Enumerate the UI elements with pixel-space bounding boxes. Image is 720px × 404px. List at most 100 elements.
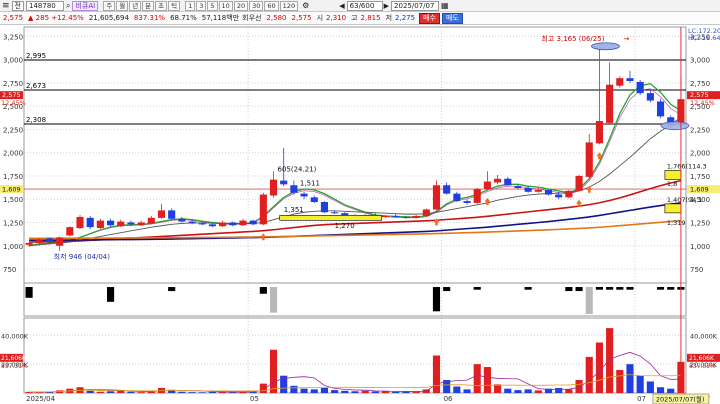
interval-button-60[interactable]: 60 bbox=[264, 0, 279, 11]
candle-body bbox=[117, 221, 125, 227]
price-tick-label-left: 2,250 bbox=[3, 126, 23, 134]
settings-icon[interactable]: ⚙ bbox=[302, 1, 309, 10]
search-icon[interactable]: ⌕ bbox=[66, 1, 70, 11]
period-minute-button[interactable]: 분 bbox=[142, 0, 155, 11]
current-marker-icon bbox=[660, 121, 690, 131]
volume-bar bbox=[463, 389, 471, 393]
period-buttons: 주 월 년 분 초 틱 bbox=[102, 0, 181, 11]
candle-body bbox=[107, 220, 115, 226]
sell-button[interactable]: 매도 bbox=[441, 12, 463, 24]
buy-button[interactable]: 매수 bbox=[419, 12, 440, 24]
interval-button-1[interactable]: 1 bbox=[185, 0, 196, 11]
current-volume-tag-text: 21,606K bbox=[689, 355, 715, 362]
candle-body bbox=[127, 222, 135, 225]
price-tick-label-left: 3,000 bbox=[3, 57, 23, 65]
candle-body bbox=[331, 212, 339, 214]
volume-bar bbox=[534, 390, 542, 393]
candle-body bbox=[646, 93, 654, 101]
hline-label: 2,673 bbox=[26, 82, 46, 90]
candle-body bbox=[483, 181, 491, 189]
current-volume-pct-text: 837.31% bbox=[689, 363, 716, 370]
volume-bar bbox=[290, 385, 298, 393]
candle-body bbox=[147, 217, 155, 224]
prev-close-tag-text: 1,609 bbox=[2, 186, 21, 194]
price-tick-label-right: 2,750 bbox=[690, 80, 710, 88]
oscillator-bars bbox=[25, 287, 685, 314]
oscillator-bar bbox=[606, 287, 614, 290]
candle-body bbox=[86, 217, 94, 228]
volume-bar bbox=[208, 391, 216, 393]
interval-button-5[interactable]: 5 bbox=[207, 0, 218, 11]
volume-bar bbox=[402, 391, 410, 393]
candle-body bbox=[45, 238, 54, 243]
price-tick-label-right: 3,000 bbox=[690, 57, 710, 65]
open-price: 2,310 bbox=[326, 14, 347, 22]
volume-bar bbox=[361, 390, 369, 393]
chart-toolbar: ≡ 전 148780 ⌕ 비큐AI 주 월 년 분 초 틱 1 3 5 10 2… bbox=[0, 0, 720, 12]
interval-button-3[interactable]: 3 bbox=[196, 0, 207, 11]
stock-chart[interactable]: 2,9952,6732,308 3,250 3,2503,000 3,0002,75… bbox=[0, 25, 720, 404]
quote-bar: 2,575 ▲ 285 +12.45% 21,605,694 837.31% 6… bbox=[0, 12, 720, 25]
interval-button-30[interactable]: 30 bbox=[249, 0, 264, 11]
annotation-label: 1,319 bbox=[667, 219, 686, 227]
ai-assistant-button[interactable]: 비큐AI bbox=[72, 0, 99, 11]
menu-icon[interactable]: ≡ bbox=[2, 1, 10, 11]
period-month-button[interactable]: 월 bbox=[116, 0, 129, 11]
period-tick-button[interactable]: 틱 bbox=[168, 0, 181, 11]
buy-signal-arrow-icon bbox=[586, 185, 593, 193]
volume-bar bbox=[667, 388, 675, 393]
volume-bar bbox=[555, 387, 563, 393]
current-volume-tag-text: 21,606K bbox=[1, 355, 27, 362]
price-change: ▲ 285 +12.45% bbox=[28, 14, 84, 22]
interval-buttons: 1 3 5 10 20 30 60 120 bbox=[184, 0, 299, 11]
oscillator-bar bbox=[565, 287, 573, 292]
cursor-date-label: 2025/07/07(월) bbox=[656, 395, 705, 404]
period-week-button[interactable]: 주 bbox=[103, 0, 116, 11]
volume-bar bbox=[432, 355, 441, 393]
candle-body bbox=[219, 222, 227, 227]
period-second-button[interactable]: 초 bbox=[155, 0, 168, 11]
candle-body bbox=[56, 237, 64, 246]
volume-bar bbox=[341, 390, 349, 393]
price-tick-label-right: 2,250 bbox=[690, 126, 710, 134]
candle-body bbox=[453, 193, 461, 202]
volume-bar bbox=[331, 390, 339, 393]
candle-body bbox=[208, 224, 216, 227]
price-tick-label-right: 1,000 bbox=[690, 243, 710, 251]
low-price: 2,275 bbox=[395, 14, 416, 22]
candle-body bbox=[96, 220, 104, 229]
support-box bbox=[279, 215, 382, 221]
interval-button-20[interactable]: 20 bbox=[233, 0, 249, 11]
volume-bar bbox=[626, 364, 634, 393]
period-year-button[interactable]: 년 bbox=[129, 0, 142, 11]
trade-volume: 21,605,694 bbox=[88, 14, 129, 22]
volume-bar bbox=[178, 391, 186, 393]
stepper-left-icon[interactable]: ◀ bbox=[339, 2, 344, 10]
volume-bar bbox=[656, 387, 665, 393]
annotation-label: 605(24.21) bbox=[278, 165, 317, 173]
oscillator-bar bbox=[432, 287, 441, 312]
interval-button-120[interactable]: 120 bbox=[279, 0, 299, 11]
oscillator-bar bbox=[168, 287, 176, 292]
candle-count-input[interactable]: 63/600 bbox=[346, 0, 383, 11]
market-mode-select[interactable]: 전 bbox=[11, 0, 24, 11]
stepper-right-icon[interactable]: ▶ bbox=[384, 2, 389, 10]
candle-body bbox=[198, 223, 206, 225]
moving-averages bbox=[28, 83, 682, 247]
high-price: 2,815 bbox=[360, 14, 381, 22]
candle-body bbox=[565, 190, 573, 198]
calendar-icon[interactable]: ▦ bbox=[441, 1, 449, 10]
current-price: 2,575 bbox=[3, 14, 24, 22]
date-input[interactable]: 2025/07/07 bbox=[391, 0, 440, 11]
marker-box bbox=[664, 170, 682, 180]
current-volume-pct-text: 837.31% bbox=[1, 363, 28, 370]
volume-ratio: 837.31% bbox=[133, 14, 166, 22]
candle-body bbox=[157, 210, 166, 218]
stock-code-input[interactable]: 148780 bbox=[26, 0, 64, 11]
candle-body bbox=[290, 185, 298, 193]
volume-bar bbox=[371, 391, 379, 393]
candle-body bbox=[392, 215, 400, 217]
interval-button-10[interactable]: 10 bbox=[218, 0, 233, 11]
volume-bar bbox=[595, 342, 603, 393]
current-pct-text: 12.45% bbox=[1, 99, 26, 107]
